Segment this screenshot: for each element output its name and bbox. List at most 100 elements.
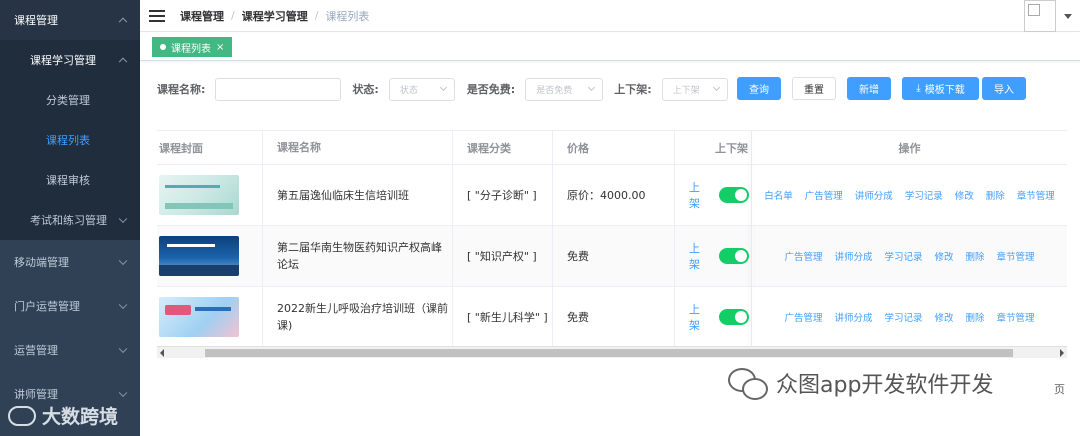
sidebar-item-operation-management[interactable]: 运营管理 bbox=[0, 328, 140, 372]
column-header-price: 价格 bbox=[553, 131, 675, 164]
free-select[interactable]: 是否免费 bbox=[525, 77, 604, 101]
course-cover-image bbox=[159, 175, 239, 215]
course-name-label: 课程名称: bbox=[157, 83, 206, 96]
reset-button-label: 重置 bbox=[804, 85, 824, 96]
wechat-icon bbox=[728, 366, 768, 400]
scroll-right-arrow-icon[interactable] bbox=[1060, 349, 1064, 357]
chapter-management-link[interactable]: 章节管理 bbox=[997, 310, 1035, 324]
free-label: 是否免费: bbox=[466, 83, 516, 96]
delete-link[interactable]: 删除 bbox=[986, 188, 1005, 202]
lecturer-share-link[interactable]: 讲师分成 bbox=[834, 249, 872, 263]
sidebar-item-label: 考试和练习管理 bbox=[30, 214, 107, 227]
course-name-input[interactable] bbox=[215, 77, 342, 101]
status-label: 状态: bbox=[352, 83, 379, 96]
shelf-select[interactable]: 上下架 bbox=[661, 77, 728, 101]
column-header-cover: 课程封面 bbox=[157, 131, 263, 164]
course-category-cell: [ "分子诊断" ] bbox=[453, 165, 553, 225]
tags-view: 课程列表 × bbox=[140, 33, 1080, 61]
tag-label: 课程列表 bbox=[171, 43, 211, 55]
sidebar-submenu: 课程学习管理 分类管理 课程列表 课程审核 考试和练习管理 bbox=[0, 40, 140, 240]
query-button[interactable]: 查询 bbox=[737, 77, 781, 100]
table-row: 第五届逸仙临床生信培训班 [ "分子诊断" ] 原价：4000.00 上架 白名… bbox=[157, 165, 1067, 226]
chevron-down-icon bbox=[588, 83, 596, 91]
watermark-bottom-right: 众图app开发软件开发 bbox=[728, 366, 993, 400]
ad-management-link[interactable]: 广告管理 bbox=[784, 249, 822, 263]
download-icon: ⤓ bbox=[916, 83, 921, 94]
chevron-down-icon bbox=[118, 214, 128, 224]
scroll-left-arrow-icon[interactable] bbox=[160, 349, 164, 357]
table-row: 第二届华南生物医药知识产权高峰论坛 [ "知识产权" ] 免费 上架 广告管理 … bbox=[157, 226, 1067, 287]
edit-link[interactable]: 修改 bbox=[955, 188, 974, 202]
sidebar-item-course-list[interactable]: 课程列表 bbox=[0, 120, 140, 160]
chevron-up-icon bbox=[118, 57, 128, 67]
fixed-column-shadow bbox=[752, 131, 753, 346]
status-select[interactable]: 状态 bbox=[388, 77, 455, 101]
watermark-bottom-left: 大数跨境 bbox=[8, 402, 118, 429]
chevron-down-icon bbox=[118, 344, 128, 354]
whitelist-link[interactable]: 白名单 bbox=[764, 188, 793, 202]
free-placeholder: 是否免费 bbox=[536, 85, 573, 96]
add-button-label: 新增 bbox=[859, 85, 879, 96]
breadcrumb-item: 课程管理 bbox=[180, 9, 224, 23]
chapter-management-link[interactable]: 章节管理 bbox=[997, 249, 1035, 263]
avatar[interactable] bbox=[1024, 0, 1056, 32]
ad-management-link[interactable]: 广告管理 bbox=[784, 310, 822, 324]
reset-button[interactable]: 重置 bbox=[792, 77, 836, 100]
breadcrumb: 课程管理 / 课程学习管理 / 课程列表 bbox=[180, 8, 369, 24]
sidebar-item-label: 课程审核 bbox=[46, 174, 90, 187]
top-navbar: 课程管理 / 课程学习管理 / 课程列表 bbox=[140, 0, 1080, 32]
table-horizontal-scrollbar[interactable] bbox=[157, 346, 1067, 358]
table-row: 2022新生儿呼吸治疗培训班（课前课) [ "新生儿科学" ] 免费 上架 广告… bbox=[157, 287, 1067, 346]
cover-cell bbox=[157, 226, 263, 286]
shelf-toggle[interactable] bbox=[719, 187, 749, 203]
delete-link[interactable]: 删除 bbox=[966, 310, 985, 324]
pagination-page-suffix: 页 bbox=[1054, 383, 1065, 396]
breadcrumb-item-current: 课程列表 bbox=[325, 9, 370, 23]
delete-link[interactable]: 删除 bbox=[966, 249, 985, 263]
add-button[interactable]: 新增 bbox=[847, 77, 891, 100]
edit-link[interactable]: 修改 bbox=[935, 310, 954, 324]
tag-course-list[interactable]: 课程列表 × bbox=[152, 37, 233, 57]
import-button[interactable]: 导入 bbox=[982, 77, 1026, 100]
shelf-toggle[interactable] bbox=[719, 309, 749, 325]
actions-cell: 广告管理 讲师分成 学习记录 修改 删除 章节管理 bbox=[752, 226, 1067, 286]
sidebar-item-label: 运营管理 bbox=[14, 344, 58, 357]
sidebar-item-label: 讲师管理 bbox=[14, 388, 58, 401]
actions-cell: 广告管理 讲师分成 学习记录 修改 删除 章节管理 bbox=[752, 287, 1067, 346]
sidebar-item-course-study-management[interactable]: 课程学习管理 bbox=[0, 40, 140, 80]
ad-management-link[interactable]: 广告管理 bbox=[805, 188, 843, 202]
shelf-toggle[interactable] bbox=[719, 248, 749, 264]
lecturer-share-link[interactable]: 讲师分成 bbox=[834, 310, 872, 324]
chevron-down-icon bbox=[118, 388, 128, 398]
caret-down-icon[interactable] bbox=[1064, 14, 1072, 19]
sidebar-item-course-review[interactable]: 课程审核 bbox=[0, 160, 140, 200]
chapter-management-link[interactable]: 章节管理 bbox=[1017, 188, 1055, 202]
chevron-down-icon bbox=[712, 83, 720, 91]
course-category-cell: [ "新生儿科学" ] bbox=[453, 287, 553, 346]
scrollbar-thumb[interactable] bbox=[205, 349, 1013, 357]
edit-link[interactable]: 修改 bbox=[935, 249, 954, 263]
column-header-name: 课程名称 bbox=[263, 131, 453, 164]
course-name-cell: 第二届华南生物医药知识产权高峰论坛 bbox=[263, 226, 453, 286]
hamburger-menu-icon[interactable] bbox=[149, 9, 165, 22]
sidebar-item-exam-management[interactable]: 考试和练习管理 bbox=[0, 200, 140, 240]
sidebar-item-label: 课程列表 bbox=[46, 134, 90, 147]
breadcrumb-separator: / bbox=[314, 9, 319, 22]
shelf-cell: 上架 bbox=[675, 165, 752, 225]
lecturer-share-link[interactable]: 讲师分成 bbox=[855, 188, 893, 202]
shelf-cell: 上架 bbox=[675, 287, 752, 346]
study-record-link[interactable]: 学习记录 bbox=[884, 310, 922, 324]
course-cover-image bbox=[159, 297, 239, 337]
close-icon[interactable]: × bbox=[216, 42, 224, 53]
shelf-cell: 上架 bbox=[675, 226, 752, 286]
study-record-link[interactable]: 学习记录 bbox=[884, 249, 922, 263]
chevron-down-icon bbox=[439, 83, 447, 91]
chevron-down-icon bbox=[118, 300, 128, 310]
study-record-link[interactable]: 学习记录 bbox=[905, 188, 943, 202]
sidebar-item-course-management[interactable]: 课程管理 bbox=[0, 0, 140, 40]
shelf-status-text: 上架 bbox=[689, 242, 700, 271]
sidebar-item-mobile-management[interactable]: 移动端管理 bbox=[0, 240, 140, 284]
sidebar-item-category-management[interactable]: 分类管理 bbox=[0, 80, 140, 120]
template-download-button[interactable]: ⤓ 模板下载 bbox=[902, 77, 979, 100]
sidebar-item-portal-operation[interactable]: 门户运营管理 bbox=[0, 284, 140, 328]
